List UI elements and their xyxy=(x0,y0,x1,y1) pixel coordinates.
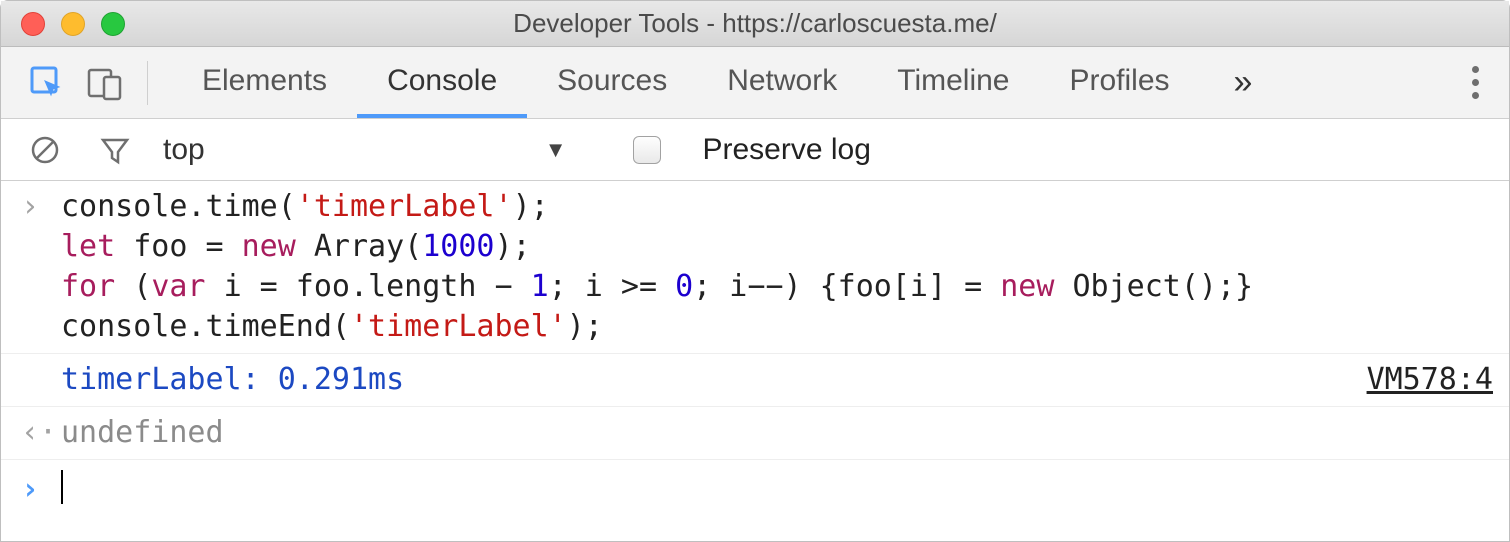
zoom-window-button[interactable] xyxy=(101,12,125,36)
console-input[interactable] xyxy=(63,470,1493,510)
filter-icon[interactable] xyxy=(93,128,137,172)
preserve-log-label: Preserve log xyxy=(703,133,871,167)
close-window-button[interactable] xyxy=(21,12,45,36)
clear-console-icon[interactable] xyxy=(23,128,67,172)
return-chevron-icon: ‹· xyxy=(21,413,61,453)
tab-console[interactable]: Console xyxy=(357,47,527,118)
preserve-log-checkbox[interactable] xyxy=(633,136,661,164)
tab-elements[interactable]: Elements xyxy=(172,47,357,118)
more-options-icon[interactable] xyxy=(1472,66,1499,99)
panel-tabs: ElementsConsoleSourcesNetworkTimelinePro… xyxy=(172,47,1200,118)
tab-profiles[interactable]: Profiles xyxy=(1040,47,1200,118)
return-value: undefined xyxy=(61,413,1493,453)
inspect-element-icon[interactable] xyxy=(25,61,69,105)
console-return-row: ‹· undefined xyxy=(1,407,1509,460)
devtools-tabbar: ElementsConsoleSourcesNetworkTimelinePro… xyxy=(1,47,1509,119)
console-toolbar: top ▼ Preserve log xyxy=(1,119,1509,181)
overflow-tabs-icon[interactable]: » xyxy=(1234,63,1247,102)
log-gutter xyxy=(21,360,61,400)
entered-code: console.time('timerLabel'); let foo = ne… xyxy=(61,187,1493,347)
console-prompt-row[interactable]: › xyxy=(1,460,1509,520)
console-log-row: timerLabel: 0.291ms VM578:4 xyxy=(1,354,1509,407)
console-input-row: › console.time('timerLabel'); let foo = … xyxy=(1,181,1509,354)
minimize-window-button[interactable] xyxy=(61,12,85,36)
window-titlebar: Developer Tools - https://carloscuesta.m… xyxy=(1,1,1509,47)
prompt-chevron-icon: › xyxy=(21,470,61,510)
tab-network[interactable]: Network xyxy=(697,47,867,118)
log-source-link[interactable]: VM578:4 xyxy=(1367,360,1493,400)
console-body: › console.time('timerLabel'); let foo = … xyxy=(1,181,1509,520)
toggle-device-toolbar-icon[interactable] xyxy=(83,61,127,105)
execution-context-label: top xyxy=(163,133,205,167)
traffic-lights xyxy=(1,12,125,36)
execution-context-selector[interactable]: top ▼ xyxy=(163,133,567,167)
input-chevron-icon: › xyxy=(21,187,61,347)
tab-sources[interactable]: Sources xyxy=(527,47,697,118)
tab-timeline[interactable]: Timeline xyxy=(867,47,1039,118)
dropdown-caret-icon: ▼ xyxy=(545,137,567,163)
window-title: Developer Tools - https://carloscuesta.m… xyxy=(1,8,1509,39)
log-message: timerLabel: 0.291ms xyxy=(61,360,1367,400)
toolbar-divider xyxy=(147,61,148,105)
